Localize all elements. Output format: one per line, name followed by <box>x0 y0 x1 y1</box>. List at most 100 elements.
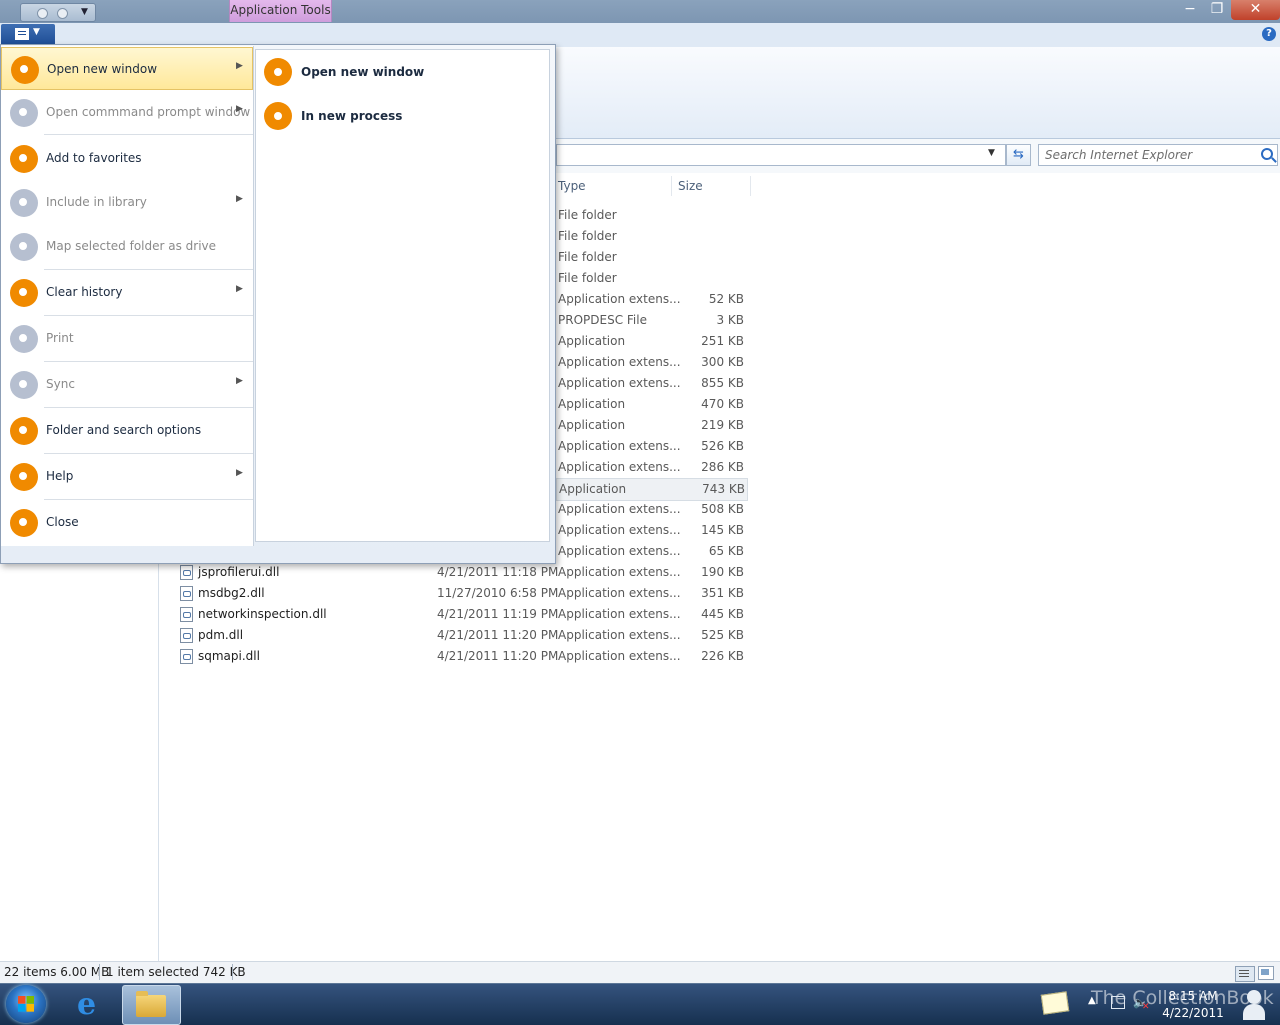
file-icon <box>180 628 193 643</box>
cell-name: pdm.dll <box>198 628 244 642</box>
cell-date: 4/21/2011 11:20 PM <box>437 649 559 663</box>
menu-orb-icon <box>10 145 38 173</box>
menu-item-close[interactable]: Close <box>1 501 253 544</box>
large-icons-view-icon[interactable] <box>1258 966 1274 980</box>
tray-sticky-note-icon[interactable] <box>1030 987 1076 1019</box>
cell-size: 219 KB <box>701 418 744 432</box>
menu-separator <box>44 407 253 408</box>
cell-type: Application extens... <box>558 460 681 474</box>
status-divider <box>232 964 233 980</box>
show-desktop-icon[interactable] <box>1230 984 1280 1024</box>
menu-item-sync: Sync ▶ <box>1 363 253 406</box>
search-box[interactable] <box>1038 144 1278 166</box>
table-row[interactable]: Application 743 KB <box>556 478 748 501</box>
table-row[interactable]: jsprofilerui.dll 4/21/2011 11:18 PM Applic… <box>160 562 750 583</box>
column-divider[interactable] <box>671 176 672 196</box>
qat-customize-arrow-icon[interactable]: ▼ <box>81 7 88 17</box>
tray-overflow-icon[interactable]: ▲ <box>1088 995 1096 1006</box>
menu-item-print: Print <box>1 317 253 360</box>
table-row[interactable]: msdbg2.dll 11/27/2010 6:58 PM Application … <box>160 583 750 604</box>
cell-size: 251 KB <box>701 334 744 348</box>
menu-item-label: Help <box>46 469 74 483</box>
cell-type: Application extens... <box>558 439 681 453</box>
submenu-item-in-new-process[interactable]: In new process <box>256 94 546 134</box>
menu-item-clear-history[interactable]: Clear history ▶ <box>1 271 253 314</box>
address-dropdown-icon[interactable]: ▼ <box>988 148 995 158</box>
clock-date[interactable]: 4/22/2011 <box>1160 1006 1226 1020</box>
application-menu-button[interactable]: ▼ <box>1 24 55 44</box>
start-orb-icon[interactable] <box>6 985 46 1023</box>
column-header-size[interactable]: Size <box>678 179 703 195</box>
network-icon[interactable] <box>1111 996 1125 1009</box>
cell-type: Application extens... <box>558 502 681 516</box>
chevron-right-icon: ▶ <box>236 104 243 114</box>
menu-item-label: Open new window <box>47 62 158 76</box>
cell-size: 743 KB <box>702 482 745 496</box>
cell-size: 351 KB <box>701 586 744 600</box>
status-divider <box>99 964 100 980</box>
refresh-icon[interactable]: ⇆ <box>1006 144 1031 166</box>
cell-name: sqmapi.dll <box>198 649 260 663</box>
qat-new-folder-icon[interactable] <box>57 8 68 19</box>
address-bar[interactable] <box>556 144 1006 166</box>
cell-date: 4/21/2011 11:20 PM <box>437 628 559 642</box>
chevron-right-icon: ▶ <box>236 284 243 294</box>
menu-item-add-to-favorites[interactable]: Add to favorites <box>1 137 253 180</box>
cell-name: networkinspection.dll <box>198 607 327 621</box>
chevron-down-icon: ▼ <box>33 27 40 37</box>
details-view-icon[interactable] <box>1235 966 1255 982</box>
submenu-item-label: In new process <box>301 109 403 123</box>
search-icon[interactable] <box>1261 148 1273 160</box>
menu-separator <box>44 269 253 270</box>
submenu-item-open-new-window[interactable]: Open new window <box>256 50 546 90</box>
cell-type: Application extens... <box>558 628 681 642</box>
menu-item-label: Add to favorites <box>46 151 142 165</box>
menu-orb-icon <box>10 371 38 399</box>
cell-type: Application extens... <box>558 565 681 579</box>
cell-type: Application <box>558 397 626 411</box>
file-icon <box>180 586 193 601</box>
windows-logo-icon <box>18 996 34 1012</box>
menu-orb-icon <box>11 56 39 84</box>
cell-type: Application extens... <box>558 376 681 390</box>
menu-orb-icon <box>10 189 38 217</box>
menu-item-label: Close <box>46 515 79 529</box>
menu-separator <box>44 499 253 500</box>
table-row[interactable]: sqmapi.dll 4/21/2011 11:20 PM Application … <box>160 646 750 667</box>
status-item-count: 22 items 6.00 MB <box>4 965 110 979</box>
chevron-right-icon: ▶ <box>236 61 243 71</box>
cell-size: 3 KB <box>716 313 744 327</box>
cell-type: Application extens... <box>558 292 681 306</box>
help-icon[interactable]: ? <box>1262 27 1276 41</box>
menu-item-open-commmand-prompt-window: Open commmand prompt window ▶ <box>1 91 253 134</box>
column-divider[interactable] <box>750 176 751 196</box>
qat-properties-icon[interactable] <box>37 8 48 19</box>
minimize-button[interactable]: − <box>1178 0 1202 20</box>
quick-access-toolbar[interactable]: ▼ <box>20 3 96 22</box>
user-icon <box>1243 990 1265 1020</box>
close-window-button[interactable]: ✕ <box>1231 0 1280 20</box>
menu-item-help[interactable]: Help ▶ <box>1 455 253 498</box>
clock-time[interactable]: 8:15 AM <box>1160 989 1226 1003</box>
cell-type: PROPDESC File <box>558 313 647 327</box>
table-row[interactable]: networkinspection.dll 4/21/2011 11:19 PM A… <box>160 604 750 625</box>
taskbar-explorer-button[interactable] <box>122 985 181 1025</box>
note-shape <box>1040 991 1070 1015</box>
taskbar-ie-button[interactable]: e <box>64 985 116 1023</box>
menu-item-folder-and-search-options[interactable]: Folder and search options <box>1 409 253 452</box>
cell-type: Application extens... <box>558 649 681 663</box>
cell-size: 855 KB <box>701 376 744 390</box>
context-tab-application-tools[interactable]: Application Tools <box>229 0 332 22</box>
menu-separator <box>44 453 253 454</box>
maximize-button[interactable]: ❐ <box>1205 0 1229 20</box>
cell-date: 4/21/2011 11:18 PM <box>437 565 559 579</box>
table-row[interactable]: pdm.dll 4/21/2011 11:20 PM Application ext… <box>160 625 750 646</box>
search-input[interactable] <box>1039 145 1257 165</box>
menu-separator <box>44 315 253 316</box>
menu-item-label: Clear history <box>46 285 123 299</box>
menu-item-open-new-window[interactable]: Open new window ▶ <box>1 47 253 90</box>
cell-type: Application extens... <box>558 355 681 369</box>
cell-size: 508 KB <box>701 502 744 516</box>
file-icon <box>180 565 193 580</box>
column-header-type[interactable]: Type <box>558 179 586 195</box>
